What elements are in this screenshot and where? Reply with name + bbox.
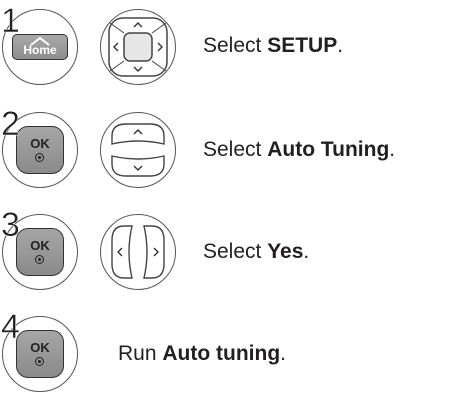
up-down-circle (100, 112, 176, 188)
step-number: 4 (1, 308, 20, 346)
step-1-instruction: Select SETUP. (203, 34, 344, 57)
ok-dot-icon (35, 255, 44, 264)
step-2: 2 OK Select Auto Tuning. (0, 100, 457, 200)
step-number: 1 (1, 2, 20, 40)
step-number: 2 (1, 105, 20, 143)
step-3-instruction: Select Yes. (203, 240, 310, 263)
menu-name: SETUP (267, 34, 338, 57)
ok-button[interactable]: OK (16, 228, 64, 276)
step-2-instruction: Select Auto Tuning. (203, 138, 396, 161)
step-number: 3 (1, 206, 20, 244)
home-button-label: Home (23, 43, 57, 57)
ok-dot-icon (35, 357, 44, 366)
menu-name: Auto Tuning (267, 138, 390, 161)
left-right-circle (100, 214, 176, 290)
menu-name: Auto tuning (162, 342, 281, 365)
step-1: 1 Home Select SETUP. (0, 0, 457, 100)
ok-button-label: OK (30, 238, 50, 253)
ok-dot-icon (35, 153, 44, 162)
navigation-pad[interactable] (100, 9, 176, 85)
step-4-instruction: Run Auto tuning. (118, 342, 286, 365)
ok-button[interactable]: OK (16, 330, 64, 378)
left-right-buttons[interactable] (100, 214, 176, 290)
up-down-buttons[interactable] (100, 112, 176, 188)
menu-name: Yes (267, 240, 304, 263)
home-button[interactable]: Home (12, 34, 68, 60)
navigation-pad-circle (100, 9, 176, 85)
ok-button-label: OK (30, 340, 50, 355)
ok-button[interactable]: OK (16, 126, 64, 174)
step-3: 3 OK Select Yes. (0, 200, 457, 300)
ok-button-label: OK (30, 136, 50, 151)
step-4: 4 OK Run Auto tuning. (0, 300, 457, 405)
